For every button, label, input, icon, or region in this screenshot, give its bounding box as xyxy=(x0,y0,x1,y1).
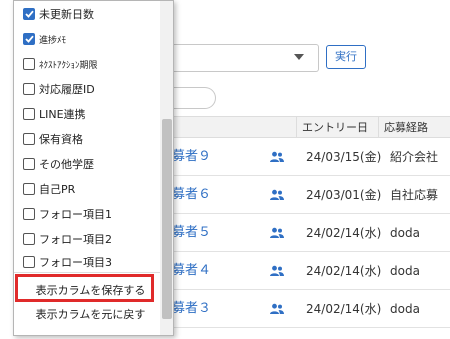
column-option-stale-days[interactable]: 未更新日数 xyxy=(23,4,94,24)
checkbox[interactable] xyxy=(23,83,35,95)
search-input[interactable] xyxy=(168,87,216,109)
applicant-name-link[interactable]: 募者４ xyxy=(172,252,211,290)
column-header-route[interactable]: 応募経路 xyxy=(378,117,450,139)
scrollbar-thumb[interactable] xyxy=(162,119,172,319)
option-label: ﾈｸｽﾄｱｸｼｮﾝ期限 xyxy=(39,60,98,71)
column-option-follow-1[interactable]: フォロー項目1 xyxy=(23,204,112,224)
application-route: doda xyxy=(390,226,420,240)
checkbox[interactable] xyxy=(23,8,35,20)
option-label: 進捗ﾒﾓ xyxy=(39,35,67,46)
column-header-entry-date[interactable]: エントリー日 xyxy=(296,117,378,139)
checkbox[interactable] xyxy=(23,256,35,268)
option-label: フォロー項目2 xyxy=(39,233,112,246)
highlight-box xyxy=(15,274,154,302)
entry-date: 24/02/14(水) xyxy=(306,302,382,316)
option-label: 保有資格 xyxy=(39,133,83,146)
applicant-name-link[interactable]: 募者６ xyxy=(172,176,211,214)
column-option-progress-memo[interactable]: 進捗ﾒﾓ xyxy=(23,29,66,49)
option-label: その他学歴 xyxy=(39,158,94,171)
application-route: 自社応募 xyxy=(390,188,439,202)
users-icon[interactable] xyxy=(270,151,284,163)
checkbox[interactable] xyxy=(23,33,35,45)
table-row[interactable]: 募者６ 24/03/01(金) 自社応募 xyxy=(168,176,450,214)
checkbox[interactable] xyxy=(23,208,35,220)
column-option-follow-3[interactable]: フォロー項目3 xyxy=(23,252,112,272)
checkbox[interactable] xyxy=(23,158,35,170)
chevron-down-icon[interactable] xyxy=(294,54,304,60)
column-option-follow-2[interactable]: フォロー項目2 xyxy=(23,229,112,249)
option-label: LINE連携 xyxy=(39,108,86,121)
entry-date: 24/02/14(水) xyxy=(306,226,382,240)
option-label: フォロー項目1 xyxy=(39,208,112,221)
table-row[interactable]: 募者４ 24/02/14(水) doda xyxy=(168,252,450,290)
option-label: フォロー項目3 xyxy=(39,256,112,269)
table-row[interactable]: 募者５ 24/02/14(水) doda xyxy=(168,214,450,252)
option-label: 自己PR xyxy=(39,183,76,196)
users-icon[interactable] xyxy=(270,265,284,277)
option-label: 未更新日数 xyxy=(39,8,94,21)
applicant-name-link[interactable]: 募者９ xyxy=(172,138,211,176)
application-route: doda xyxy=(390,264,420,278)
table-row[interactable]: 募者９ 24/03/15(金) 紹介会社 xyxy=(168,138,450,176)
entry-date: 24/02/14(水) xyxy=(306,264,382,278)
users-icon[interactable] xyxy=(270,303,284,315)
applicant-name-link[interactable]: 募者５ xyxy=(172,214,211,252)
column-option-history-id[interactable]: 対応履歴ID xyxy=(23,79,95,99)
column-option-other-education[interactable]: その他学歴 xyxy=(23,154,94,174)
checkbox[interactable] xyxy=(23,233,35,245)
column-option-line[interactable]: LINE連携 xyxy=(23,104,86,124)
table-row[interactable]: 募者３ 24/02/14(水) doda xyxy=(168,290,450,328)
menu-scrollbar[interactable] xyxy=(160,1,173,335)
checkbox[interactable] xyxy=(23,183,35,195)
checkbox[interactable] xyxy=(23,133,35,145)
run-button[interactable]: 実行 xyxy=(326,45,366,69)
column-option-self-pr[interactable]: 自己PR xyxy=(23,179,75,199)
users-icon[interactable] xyxy=(270,227,284,239)
table-header: エントリー日 応募経路 xyxy=(168,116,450,139)
entry-date: 24/03/01(金) xyxy=(306,188,382,202)
entry-date: 24/03/15(金) xyxy=(306,150,382,164)
checkbox[interactable] xyxy=(23,108,35,120)
application-route: doda xyxy=(390,302,420,316)
column-option-qualifications[interactable]: 保有資格 xyxy=(23,129,83,149)
reset-columns-button[interactable]: 表示カラムを元に戻す xyxy=(22,304,159,326)
option-label: 対応履歴ID xyxy=(39,83,95,96)
application-route: 紹介会社 xyxy=(390,150,439,164)
menu-divider xyxy=(14,272,161,273)
applicant-name-link[interactable]: 募者３ xyxy=(172,290,211,328)
users-icon[interactable] xyxy=(270,189,284,201)
checkbox[interactable] xyxy=(23,58,35,70)
column-option-next-action-deadline[interactable]: ﾈｸｽﾄｱｸｼｮﾝ期限 xyxy=(23,54,98,74)
